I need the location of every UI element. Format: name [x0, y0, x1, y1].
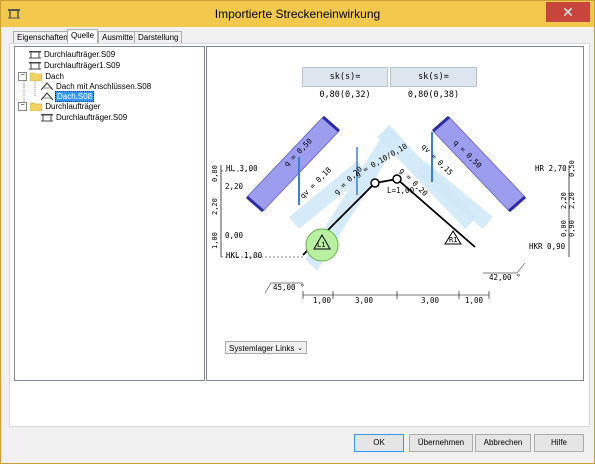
- tree-item-durchlauftraeger-folder[interactable]: − Durchlaufträger: [18, 101, 101, 112]
- right-dim-1: 0,50: [568, 160, 576, 177]
- roof-drawing: q = 0,50 qv = 0,18 g = 0,20 q = 0,50 qv …: [211, 115, 576, 305]
- window-title: Importierte Streckeneinwirkung: [214, 7, 381, 21]
- ridge-length: L=1,00: [387, 186, 415, 195]
- angle-right-label: 42,00 °: [489, 273, 521, 282]
- help-button[interactable]: Hilfe: [534, 434, 584, 452]
- hkl-label: HKL 1,00: [226, 251, 263, 260]
- support-right-label: R1: [449, 236, 457, 244]
- tab-quelle[interactable]: Quelle: [67, 29, 99, 44]
- snow-load-right: sk(s)= 0,80(0,38): [390, 67, 477, 100]
- right-dim-5: 0,00: [560, 220, 568, 237]
- tree-item-label: Dach: [45, 72, 64, 81]
- left-dim-3: 2,20: [211, 198, 219, 215]
- close-button[interactable]: ✕: [546, 2, 590, 22]
- support-left-label: L1: [317, 241, 325, 249]
- hkr-label: HKR 0,90: [529, 242, 566, 251]
- cancel-button[interactable]: Abbrechen: [475, 434, 531, 452]
- support-select[interactable]: Systemlager Links ⌄: [225, 341, 307, 354]
- left-dim-5: 1,00: [211, 232, 219, 249]
- snow-load-left: sk(s)= 0,80(0,32): [302, 67, 388, 100]
- angle-left-label: 45,00 °: [273, 283, 305, 292]
- right-dim-4: 0,90: [568, 220, 576, 237]
- right-dim-3: 2,20: [560, 192, 568, 209]
- right-dim-2: 2,20: [568, 192, 576, 209]
- tree-item-label: Durchlaufträger1.S09: [44, 61, 121, 70]
- left-dim-2: 2,20: [225, 182, 244, 191]
- tree-item-durchlauftraeger-s09[interactable]: Durchlaufträger.S09: [29, 49, 116, 60]
- bottom-dim-1: 1,00: [313, 296, 332, 305]
- source-tree[interactable]: Durchlaufträger.S09 Durchlaufträger1.S09…: [14, 46, 205, 381]
- tree-item-durchlauftraeger-s09-child[interactable]: Durchlaufträger.S09: [41, 112, 128, 123]
- hinge-left: [370, 178, 380, 188]
- hr-label: HR 2,70: [535, 164, 567, 173]
- tree-item-label: Durchlaufträger.S09: [44, 50, 116, 59]
- title-bar[interactable]: Importierte Streckeneinwirkung ✕: [1, 1, 594, 27]
- collapse-icon[interactable]: −: [18, 102, 27, 112]
- angle-right-marker: [483, 262, 526, 274]
- tree-item-label: Dach mit Anschlüssen.S08: [56, 82, 152, 91]
- tree-item-durchlauftraeger1-s09[interactable]: Durchlaufträger1.S09: [29, 60, 121, 71]
- apply-button[interactable]: Übernehmen: [409, 434, 473, 452]
- beam-icon: [41, 114, 53, 122]
- tree-item-label: Durchlaufträger.S09: [56, 113, 128, 122]
- tree-item-label: Durchlaufträger: [45, 102, 101, 111]
- bottom-dim-2: 3,00: [355, 296, 374, 305]
- chevron-down-icon: ⌄: [297, 345, 303, 352]
- collapse-icon[interactable]: −: [18, 72, 27, 82]
- left-dim-1: 0,80: [211, 165, 219, 182]
- hinge-right: [392, 174, 402, 184]
- bottom-dim-4: 1,00: [465, 296, 484, 305]
- folder-icon: [30, 103, 43, 112]
- support-select-value: Systemlager Links: [229, 344, 295, 353]
- left-dim-4: 0,00: [225, 231, 244, 240]
- dialog-window: Importierte Streckeneinwirkung ✕ Eigensc…: [0, 0, 595, 464]
- beam-icon: [29, 51, 41, 59]
- ok-button[interactable]: OK: [354, 434, 404, 452]
- beam-icon: [29, 62, 41, 70]
- hl-label: HL 3,00: [226, 164, 258, 173]
- bottom-dim-3: 3,00: [421, 296, 440, 305]
